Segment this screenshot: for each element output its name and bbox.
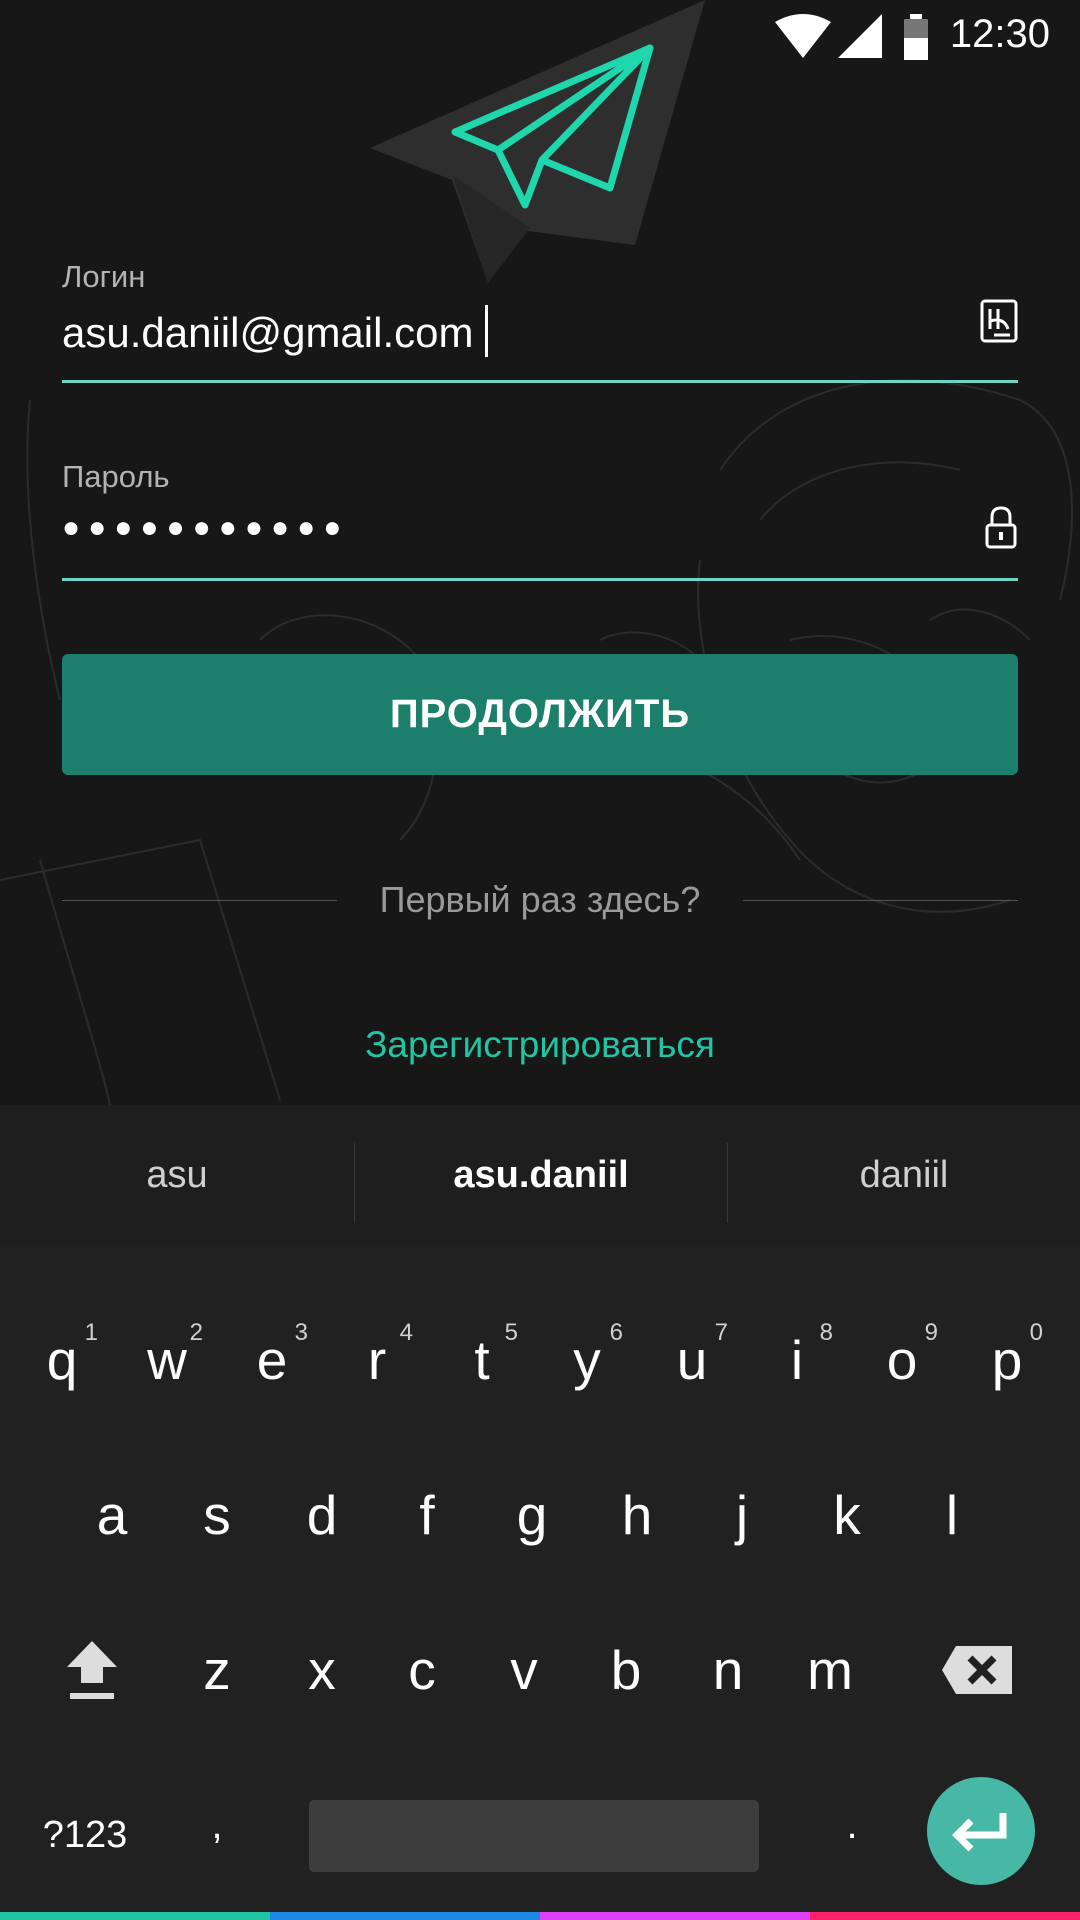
login-value: asu.daniil@gmail.com	[62, 309, 474, 356]
key-n[interactable]: n	[676, 1605, 780, 1735]
enter-arrow-icon	[952, 1813, 1007, 1852]
key-a[interactable]: a	[60, 1450, 164, 1580]
password-field[interactable]: Пароль ●●●●●●●●●●●	[62, 455, 1018, 585]
key-b[interactable]: b	[574, 1605, 678, 1735]
register-link[interactable]: Зарегистрироваться	[0, 1024, 1080, 1066]
suggestion-center[interactable]: asu.daniil	[355, 1105, 727, 1245]
login-field[interactable]: Логин asu.daniil@gmail.com	[62, 255, 1018, 385]
battery-icon	[904, 14, 928, 60]
login-underline	[62, 380, 1018, 383]
backspace-icon	[942, 1646, 1012, 1694]
key-c[interactable]: c	[370, 1605, 474, 1735]
color-strip	[0, 1912, 1080, 1920]
password-input[interactable]: ●●●●●●●●●●●	[62, 511, 349, 545]
divider-right	[743, 900, 1018, 901]
key-x[interactable]: x	[270, 1605, 374, 1735]
suggestion-strip: asu asu.daniil daniil	[0, 1105, 1080, 1245]
key-f[interactable]: f	[375, 1450, 479, 1580]
cellular-signal-icon	[838, 14, 882, 58]
password-label: Пароль	[62, 459, 170, 494]
contact-card-icon[interactable]	[980, 299, 1018, 343]
strip-segment-blue	[270, 1912, 540, 1920]
key-v[interactable]: v	[472, 1605, 576, 1735]
key-u[interactable]: u7	[640, 1295, 744, 1425]
wifi-icon	[775, 14, 831, 58]
password-underline	[62, 578, 1018, 581]
space-bar[interactable]	[309, 1800, 759, 1872]
strip-segment-pink	[810, 1912, 1080, 1920]
key-w[interactable]: w2	[115, 1295, 219, 1425]
strip-segment-teal	[0, 1912, 270, 1920]
key-s[interactable]: s	[165, 1450, 269, 1580]
key-e[interactable]: e3	[220, 1295, 324, 1425]
key-r[interactable]: r4	[325, 1295, 429, 1425]
continue-button[interactable]: ПРОДОЛЖИТЬ	[62, 654, 1018, 775]
key-m[interactable]: m	[778, 1605, 882, 1735]
shift-arrow-icon	[67, 1641, 117, 1699]
key-d[interactable]: d	[270, 1450, 374, 1580]
shift-key[interactable]	[40, 1605, 144, 1735]
login-label: Логин	[62, 259, 146, 294]
text-cursor	[485, 305, 489, 357]
key-o[interactable]: o9	[850, 1295, 954, 1425]
first-time-divider: Первый раз здесь?	[62, 875, 1018, 925]
backspace-key[interactable]	[925, 1605, 1029, 1735]
key-k[interactable]: k	[795, 1450, 899, 1580]
comma-key[interactable]: ,	[165, 1760, 269, 1890]
key-l[interactable]: l	[900, 1450, 1004, 1580]
key-t[interactable]: t5	[430, 1295, 534, 1425]
period-key[interactable]: .	[800, 1760, 904, 1890]
key-h[interactable]: h	[585, 1450, 689, 1580]
lock-icon	[985, 506, 1017, 549]
key-z[interactable]: z	[165, 1605, 269, 1735]
strip-segment-magenta	[540, 1912, 810, 1920]
key-q[interactable]: q1	[10, 1295, 114, 1425]
suggestion-right[interactable]: daniil	[728, 1105, 1080, 1245]
login-screen: 12:30 Логин asu.daniil@gmail.com Пароль …	[0, 0, 1080, 1105]
enter-key[interactable]	[927, 1777, 1035, 1885]
status-clock: 12:30	[949, 12, 1050, 56]
status-bar: 12:30	[0, 0, 1080, 75]
key-y[interactable]: y6	[535, 1295, 639, 1425]
login-input[interactable]: asu.daniil@gmail.com	[62, 305, 489, 357]
suggestion-left[interactable]: asu	[0, 1105, 354, 1245]
key-p[interactable]: p0	[955, 1295, 1059, 1425]
symbols-key[interactable]: ?123	[20, 1770, 150, 1900]
soft-keyboard: q1 w2 e3 r4 t5 y6 u7 i8 o9 p0 a s d f g …	[0, 1245, 1080, 1920]
key-i[interactable]: i8	[745, 1295, 849, 1425]
key-j[interactable]: j	[690, 1450, 794, 1580]
key-g[interactable]: g	[480, 1450, 584, 1580]
